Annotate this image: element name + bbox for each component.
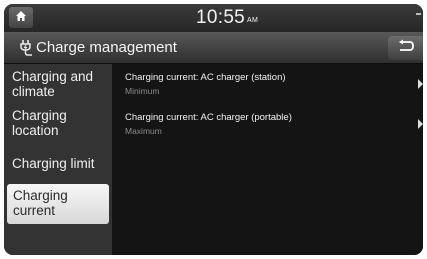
sidebar-item-label: Charging limit — [12, 156, 95, 171]
settings-list: Charging current: AC charger (station) M… — [112, 64, 423, 255]
home-icon — [15, 9, 27, 27]
back-button[interactable] — [388, 36, 423, 60]
page-title: Charge management — [36, 39, 177, 56]
title-bar: Charge management — [4, 33, 423, 64]
status-bar: 10:55 AM — [4, 4, 423, 33]
setting-label: Charging current: AC charger (portable) — [125, 112, 292, 123]
charge-plug-icon — [18, 39, 34, 61]
setting-value: Maximum — [125, 126, 162, 136]
sidebar: Charging and climate Charging location C… — [4, 64, 112, 255]
sidebar-item-label: Charging current — [13, 188, 68, 218]
clock: 10:55 AM — [196, 7, 258, 29]
sidebar-item-label: Charging location — [12, 108, 67, 138]
home-button[interactable] — [9, 7, 33, 28]
screen-frame: 10:55 AM Charge management Charging and … — [4, 4, 423, 255]
sidebar-item-label: Charging and climate — [12, 69, 94, 99]
setting-label: Charging current: AC charger (station) — [125, 72, 286, 83]
status-edge-mark — [416, 13, 421, 15]
sidebar-item-charging-location[interactable]: Charging location — [4, 108, 112, 142]
clock-time: 10:55 — [196, 7, 246, 28]
back-arrow-icon — [397, 39, 415, 58]
triangle-right-icon — [418, 119, 423, 129]
setting-value: Minimum — [125, 86, 160, 96]
sidebar-item-charging-current[interactable]: Charging current — [7, 184, 109, 224]
sidebar-item-charging-and-climate[interactable]: Charging and climate — [4, 69, 112, 103]
setting-row-ac-station[interactable]: Charging current: AC charger (station) M… — [112, 68, 423, 104]
triangle-right-icon — [418, 79, 423, 89]
setting-row-ac-portable[interactable]: Charging current: AC charger (portable) … — [112, 108, 423, 144]
clock-ampm: AM — [247, 17, 259, 24]
sidebar-item-charging-limit[interactable]: Charging limit — [4, 156, 112, 176]
